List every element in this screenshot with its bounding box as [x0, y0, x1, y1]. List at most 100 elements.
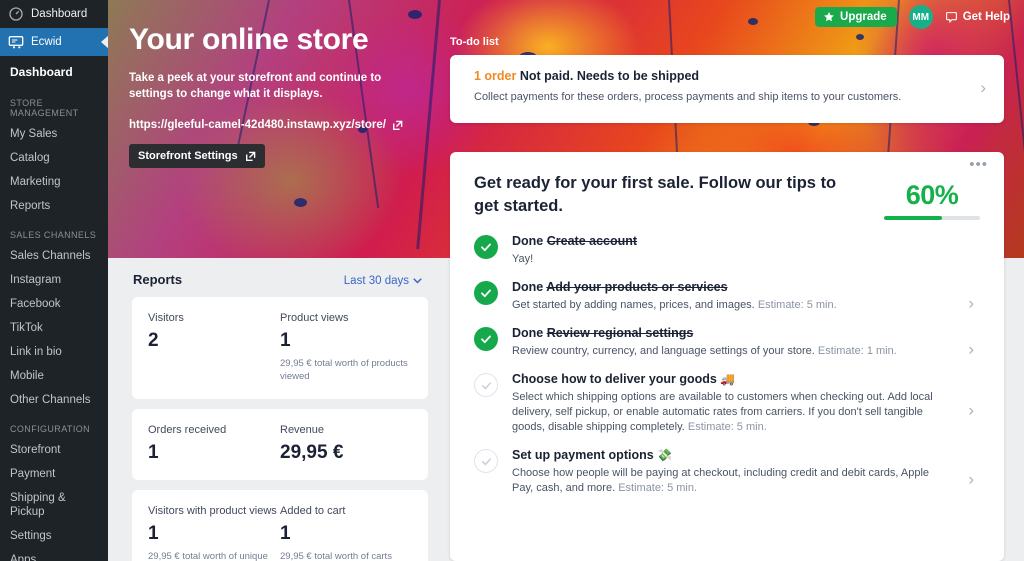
reports-column: Reports Last 30 days Visitors 2 Product vi… [108, 258, 440, 561]
avatar[interactable]: MM [908, 5, 933, 29]
tip-title: Done Add your products or services [512, 280, 950, 294]
todo-list-label: To-do list [450, 36, 499, 48]
report-metric-note: 29,95 € total worth of products viewed [280, 358, 408, 382]
sidebar-item-other-channels[interactable]: Other Channels [0, 388, 108, 412]
sidebar-item-shipping-pickup[interactable]: Shipping & Pickup [0, 486, 108, 524]
tip-title-text: Review regional settings [546, 326, 694, 340]
tip-item-set-up-payment-options[interactable]: Set up payment options 💸 Choose how peopl… [474, 448, 980, 509]
tip-item-add-your-products-or-services[interactable]: Done Add your products or services Get st… [474, 280, 980, 326]
report-metric-value: 1 [280, 523, 291, 544]
report-metric-label: Orders received [148, 424, 227, 436]
ellipsis-icon[interactable]: ••• [969, 157, 988, 172]
adminbar-item-ecwid[interactable]: Ecwid [0, 28, 108, 56]
sidebar-item-reports[interactable]: Reports [0, 194, 108, 218]
adminbar-item-dashboard[interactable]: Dashboard [0, 0, 108, 28]
sidebar-item-sales-channels[interactable]: Sales Channels [0, 244, 108, 268]
tip-body: Set up payment options 💸 Choose how peopl… [512, 448, 980, 496]
paint-streak [1008, 0, 1024, 239]
chevron-down-icon [413, 278, 422, 284]
reports-header: Reports Last 30 days [132, 268, 428, 297]
chevron-right-icon[interactable]: › [968, 341, 974, 358]
sidebar-item-marketing[interactable]: Marketing [0, 170, 108, 194]
get-help-button[interactable]: Get Help [945, 11, 1010, 24]
tip-item-create-account[interactable]: Done Create account Yay! [474, 234, 980, 280]
ecwid-menu: Dashboard STORE MANAGEMENT My Sales Catalo… [0, 56, 108, 561]
storefront-url-link[interactable]: https://gleeful-camel-42d480.instawp.xyz… [129, 119, 459, 131]
check-circle-filled-icon [474, 235, 498, 259]
report-metric-product-views: Product views 1 29,95 € total worth of pro… [280, 311, 412, 383]
tip-item-choose-how-to-deliver-your-goods[interactable]: Choose how to deliver your goods 🚚 Select… [474, 372, 980, 448]
report-metric-added-to-cart: Added to cart 1 29,95 € total worth of car… [280, 504, 412, 561]
sidebar-item-settings[interactable]: Settings [0, 524, 108, 548]
report-card: Orders received 1 Revenue 29,95 € [132, 409, 428, 480]
order-count: 1 order [474, 69, 517, 83]
tip-estimate: Estimate: 5 min. [757, 299, 837, 311]
report-metric-label: Revenue [280, 424, 325, 436]
check-circle-outline-icon [474, 449, 498, 473]
external-link-icon [392, 120, 403, 130]
sidebar-item-tiktok[interactable]: TikTok [0, 316, 108, 340]
sidebar-section-title: SALES CHANNELS [10, 230, 97, 240]
report-metric-label: Visitors [148, 312, 184, 324]
paint-splatter [294, 198, 307, 207]
tip-done-word: Done [512, 326, 544, 340]
sidebar-item-facebook[interactable]: Facebook [0, 292, 108, 316]
tips-title: Get ready for your first sale. Follow ou… [474, 174, 837, 215]
tip-item-review-regional-settings[interactable]: Done Review regional settings Review coun… [474, 326, 980, 372]
sidebar-item-mobile[interactable]: Mobile [0, 364, 108, 388]
chevron-right-icon[interactable]: › [980, 79, 986, 96]
tip-title: Done Review regional settings [512, 326, 950, 340]
report-metric-label: Visitors with product views [148, 505, 277, 517]
tip-description: Select which shipping options are availa… [512, 391, 933, 433]
storefront-settings-label: Storefront Settings [138, 150, 238, 162]
tip-description: Get started by adding names, prices, and… [512, 299, 837, 311]
get-help-label: Get Help [962, 11, 1010, 23]
order-card-title: 1 order Not paid. Needs to be shipped [474, 69, 964, 83]
star-icon [824, 12, 834, 22]
cart-icon [8, 34, 24, 50]
sidebar-item-catalog[interactable]: Catalog [0, 146, 108, 170]
upgrade-label: Upgrade [840, 11, 887, 23]
report-metric-value: 1 [148, 442, 159, 463]
tips-progress: 60% [884, 172, 980, 220]
tip-emoji-icon: 🚚 [720, 372, 736, 386]
storefront-url-text: https://gleeful-camel-42d480.instawp.xyz… [129, 119, 386, 131]
paint-splatter [748, 18, 758, 25]
progress-percent-label: 60% [905, 180, 959, 210]
sidebar-item-my-sales[interactable]: My Sales [0, 122, 108, 146]
tip-body: Done Review regional settings Review coun… [512, 326, 980, 359]
tip-estimate: Estimate: 5 min. [618, 482, 698, 494]
tip-title: Done Create account [512, 234, 950, 248]
adminbar-item-label: Ecwid [31, 36, 62, 48]
wp-admin-sidebar: Dashboard Ecwid Dashboard STORE MANAGEMEN… [0, 0, 108, 561]
tip-description: Review country, currency, and language s… [512, 345, 897, 357]
tip-estimate: Estimate: 1 min. [817, 345, 897, 357]
tip-title-text: Choose how to deliver your goods [512, 372, 717, 386]
chevron-right-icon[interactable]: › [968, 295, 974, 312]
sidebar-item-apps[interactable]: Apps [0, 548, 108, 561]
sidebar-item-payment[interactable]: Payment [0, 462, 108, 486]
order-status-text: Not paid. Needs to be shipped [519, 69, 700, 83]
chevron-right-icon[interactable]: › [968, 470, 974, 487]
chevron-right-icon[interactable]: › [968, 402, 974, 419]
wp-admin-bar: Dashboard Ecwid [0, 0, 108, 56]
tips-checklist: Done Create account Yay! Done Add your pro… [474, 234, 980, 509]
tip-emoji-icon: 💸 [657, 448, 673, 462]
order-card-description: Collect payments for these orders, proce… [474, 91, 902, 103]
hero-subtitle: Take a peek at your storefront and conti… [129, 72, 382, 100]
sidebar-item-instagram[interactable]: Instagram [0, 268, 108, 292]
tip-body: Done Add your products or services Get st… [512, 280, 980, 313]
reports-range-dropdown[interactable]: Last 30 days [344, 275, 422, 287]
report-metric-visitors: Visitors 2 [148, 311, 280, 383]
todo-order-card[interactable]: 1 order Not paid. Needs to be shipped Co… [450, 55, 1004, 123]
storefront-settings-button[interactable]: Storefront Settings [129, 144, 265, 168]
report-metric-orders-received: Orders received 1 [148, 423, 280, 464]
report-metric-label: Product views [280, 312, 349, 324]
tip-body: Choose how to deliver your goods 🚚 Select… [512, 372, 980, 435]
sidebar-item-dashboard[interactable]: Dashboard [0, 58, 108, 86]
upgrade-button[interactable]: Upgrade [815, 7, 897, 27]
sidebar-item-link-in-bio[interactable]: Link in bio [0, 340, 108, 364]
sidebar-section-title: STORE MANAGEMENT [10, 98, 79, 118]
hero-text-block: Your online store Take a peek at your st… [129, 22, 459, 168]
sidebar-item-storefront[interactable]: Storefront [0, 438, 108, 462]
